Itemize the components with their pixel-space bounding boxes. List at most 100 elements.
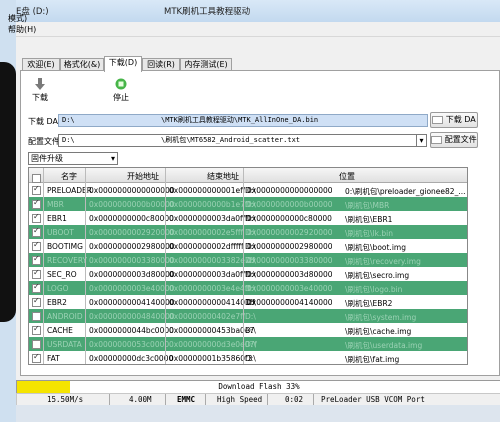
cell-end-address: 0x0000000002dfffff [169, 242, 244, 251]
cell-location: \刷机包\boot.img [345, 243, 406, 252]
menu-bar: 模式) 帮助(H) [8, 14, 500, 37]
row-checkbox[interactable] [32, 198, 41, 209]
cell-location: 0:\刷机包\preloader_gionee82_... [345, 187, 466, 196]
table-row[interactable]: SEC_RO 0x0000000003d800000x0000000003da0f… [29, 267, 467, 281]
partition-table: 名字 开始地址 结束地址 位置 PRELOADER0x0000000000000… [28, 167, 468, 365]
cell-name: FAT [47, 354, 60, 363]
cell-name: CACHE [47, 326, 73, 335]
row-checkbox[interactable] [32, 212, 41, 223]
mode-select[interactable]: 固件升级 ▾ [28, 152, 118, 165]
row-checkbox[interactable] [32, 312, 41, 321]
download-da-button[interactable]: 下载 DA [430, 112, 478, 128]
cell-drive: D:\ [245, 256, 256, 265]
cell-drive: D:\ [245, 200, 256, 209]
chevron-down-icon: ▾ [110, 154, 115, 163]
table-row[interactable]: RECOVERY 0x00000000033800000x000000000338… [29, 253, 467, 267]
row-checkbox[interactable] [32, 324, 41, 335]
row-checkbox[interactable] [32, 184, 41, 195]
table-row[interactable]: MBR 0x0000000000b000000x0000000000b1e7f0x… [29, 197, 467, 211]
cell-drive: D:\ [245, 354, 256, 363]
cell-drive: D:\ [245, 340, 256, 349]
cell-start-address: 0x0000000004840000 [89, 312, 175, 321]
status-port: PreLoader USB VCOM Port [321, 395, 425, 404]
status-usb-speed: High Speed [217, 395, 263, 404]
cell-drive: D:\ [245, 312, 256, 321]
cell-drive: D:\ [245, 326, 256, 335]
table-row[interactable]: FAT 0x00000000dc3c00000x00000001b35860f3 \… [29, 351, 467, 364]
column-divider [165, 168, 166, 364]
download-agent-path: \MTK刷机工具教程驱动\MTK_AllInOne_DA.bin [161, 116, 319, 124]
table-row[interactable]: CACHE 0x0000000044bc00000x00000000453ba0e… [29, 323, 467, 337]
bottom-bar [16, 405, 500, 422]
download-label: 下载 [32, 93, 48, 102]
header-location: 位置 [339, 172, 355, 181]
cell-region-address: 0x0000000000000000 [247, 186, 333, 195]
status-size: 4.00M [129, 395, 152, 404]
cell-end-address: 0x0000000002e5fff [169, 228, 244, 237]
table-row[interactable]: EBR1 0x0000000000c800000x0000000003da0fff… [29, 211, 467, 225]
column-divider [85, 168, 86, 364]
cell-start-address: 0x0000000053c0000 [89, 340, 170, 349]
row-checkbox[interactable] [32, 254, 41, 265]
scatter-button-label: 配置文件 [444, 135, 477, 144]
cell-region-address: 0x0000000003d80000 [247, 270, 333, 279]
row-checkbox[interactable] [32, 340, 41, 349]
row-checkbox[interactable] [32, 240, 41, 251]
cell-location: \刷机包\EBR1 [345, 215, 393, 224]
table-row[interactable]: USRDATA 0x0000000053c0000 0x000000000d3e0e… [29, 337, 467, 351]
cell-drive: D:\ [245, 214, 256, 223]
cell-location: \刷机包\cache.img [345, 327, 412, 336]
table-row[interactable]: ANDROID 0x0000000004840000 0x00000000402e7… [29, 309, 467, 323]
cell-name: RECOVERY [47, 256, 88, 265]
download-agent-prefix: D:\ [62, 116, 75, 124]
cell-start-address: 0x0000000002980000 [89, 242, 175, 251]
cell-name: SEC_RO [47, 270, 77, 279]
scatter-file-button[interactable]: 配置文件 [430, 132, 478, 148]
folder-icon [431, 135, 443, 144]
header-start-address: 开始地址 [127, 172, 159, 181]
cell-end-address: 0x0000000003e4e4ff [169, 284, 250, 293]
tab-download[interactable]: 下载(D) [104, 56, 142, 72]
cell-start-address: 0x0000000003d80000 [89, 270, 175, 279]
cell-end-address: 0x0000000000b1e7f [169, 200, 248, 209]
header-name: 名字 [61, 172, 77, 181]
cell-end-address: 0x00000000402e7ff [169, 312, 246, 321]
download-agent-field[interactable]: D:\ \MTK刷机工具教程驱动\MTK_AllInOne_DA.bin [58, 114, 428, 127]
cell-region-address: 0x0000000003380000 [247, 256, 333, 265]
scatter-field[interactable]: D:\ \刷机包\MT6582_Android_scatter.txt [58, 134, 418, 147]
table-row[interactable]: UBOOT 0x00000000029200000x0000000002e5fff… [29, 225, 467, 239]
cell-end-address: 0x00000001b35860f3 [169, 354, 253, 363]
cell-region-address: 0x0000000002920000 [247, 228, 333, 237]
cell-location: \刷机包\EBR2 [345, 299, 393, 308]
cell-location: \刷机包\fat.img [345, 355, 400, 364]
scatter-dropdown-arrow[interactable]: ▾ [416, 134, 427, 147]
cell-region-address: 0x0000000000b00000 [247, 200, 333, 209]
row-checkbox[interactable] [32, 226, 41, 237]
cell-name: UBOOT [47, 228, 74, 237]
cell-location: \刷机包\MBR [345, 201, 390, 210]
stop-icon [115, 78, 127, 90]
cell-location: \刷机包\recovery.img [345, 257, 421, 266]
table-row[interactable]: EBR20x00000000041400000x000000000041401f… [29, 295, 467, 309]
row-checkbox[interactable] [32, 296, 41, 307]
cell-drive: D:\ [245, 186, 256, 195]
download-button[interactable]: 下载 [25, 78, 55, 103]
table-row[interactable]: PRELOADER0x00000000000000000x00000000000… [29, 183, 467, 197]
cell-name: EBR1 [47, 214, 67, 223]
row-checkbox[interactable] [32, 352, 41, 363]
row-checkbox[interactable] [32, 282, 41, 293]
stop-button[interactable]: 停止 [106, 78, 136, 103]
cell-drive: D:\ [245, 284, 256, 293]
menu-help[interactable]: 帮助(H) [8, 24, 36, 35]
download-arrow-icon [35, 78, 45, 90]
table-row[interactable]: BOOTIMG 0x00000000029800000x0000000002dff… [29, 239, 467, 253]
phone-image-edge [0, 62, 16, 322]
cell-location: \刷机包\system.img [345, 313, 417, 322]
mode-select-value: 固件升级 [31, 154, 63, 163]
cell-end-address: 0x0000000003382e7ff [169, 256, 255, 265]
progress-text: Download Flash 33% [218, 382, 300, 391]
table-row[interactable]: LOGO 0x0000000003e400000x0000000003e4e4ff… [29, 281, 467, 295]
row-checkbox[interactable] [32, 268, 41, 279]
cell-start-address: 0x0000000000c80000 [89, 214, 174, 223]
scatter-path: \刷机包\MT6582_Android_scatter.txt [161, 136, 301, 144]
